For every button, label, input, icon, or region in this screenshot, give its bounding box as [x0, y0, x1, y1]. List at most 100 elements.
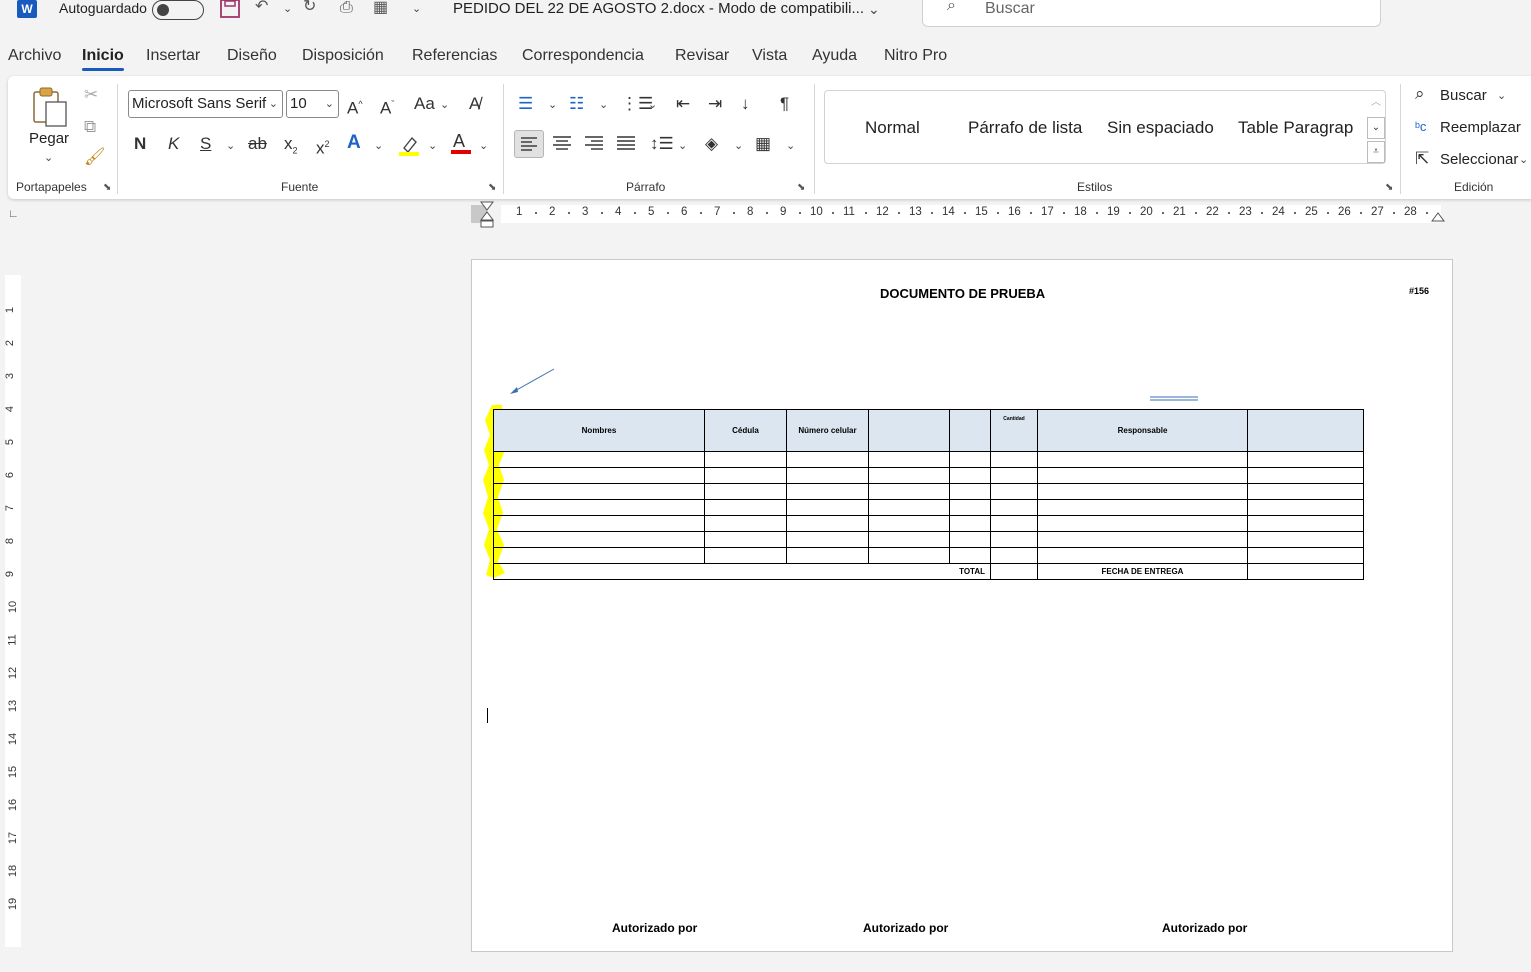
table-cell[interactable] [493, 483, 705, 500]
table-cell[interactable] [868, 467, 950, 484]
style-normal[interactable]: Normal [865, 118, 920, 138]
tab-ayuda[interactable]: Ayuda [812, 47, 857, 65]
indent-marker-icon[interactable] [479, 200, 495, 235]
table-cell[interactable] [704, 531, 787, 548]
strikethrough-button[interactable]: ab [248, 134, 267, 154]
table-cell[interactable] [949, 531, 991, 548]
table-cell[interactable] [949, 547, 991, 564]
table-cell[interactable] [704, 483, 787, 500]
font-size-combo[interactable]: 10 ⌄ [286, 90, 339, 118]
copy-icon[interactable]: ⧉ [84, 117, 96, 137]
table-cell[interactable] [1247, 547, 1364, 564]
table-cell[interactable] [1037, 451, 1248, 468]
shrink-font-icon[interactable]: Aˇ [380, 94, 394, 119]
table-cell[interactable] [990, 467, 1038, 484]
autosave-toggle[interactable] [152, 0, 204, 20]
highlight-color-icon[interactable] [398, 134, 420, 161]
line-spacing-icon[interactable]: ↕☰ [650, 134, 674, 154]
increase-indent-icon[interactable]: ⇥ [708, 94, 722, 114]
table-cell[interactable] [868, 499, 950, 516]
table-header-cell[interactable] [868, 409, 950, 452]
multilevel-dropdown-icon[interactable]: ⌄ [648, 98, 657, 111]
bold-button[interactable]: N [134, 134, 146, 154]
table-cell[interactable] [1247, 451, 1364, 468]
redo-icon[interactable]: ↻ [303, 0, 316, 16]
change-case-button[interactable]: Aa [414, 94, 435, 114]
text-effects-icon[interactable]: A [347, 133, 361, 153]
underline-button[interactable]: S [200, 134, 211, 154]
search-box[interactable]: ⌕ Buscar [922, 0, 1381, 27]
table-cell[interactable] [493, 515, 705, 532]
document-page[interactable] [471, 259, 1453, 952]
find-button[interactable]: Buscar [1440, 87, 1487, 104]
shading-dropdown-icon[interactable]: ⌄ [734, 139, 743, 152]
paste-icon[interactable] [30, 86, 70, 133]
order-table[interactable]: Nombres Cédula Número celular Cantidad Respo… [493, 409, 1364, 580]
table-cell[interactable] [990, 531, 1038, 548]
table-cell[interactable] [704, 547, 787, 564]
tab-inicio[interactable]: Inicio [82, 47, 124, 71]
table-cell[interactable] [949, 483, 991, 500]
align-right-icon[interactable] [583, 133, 605, 160]
paragraph-launcher-icon[interactable]: ⬊ [797, 182, 805, 193]
table-cell[interactable] [868, 531, 950, 548]
table-cell[interactable] [786, 467, 869, 484]
table-cell[interactable] [1037, 483, 1248, 500]
text-effects-dropdown-icon[interactable]: ⌄ [374, 139, 383, 152]
find-dropdown-icon[interactable]: ⌄ [1497, 89, 1506, 102]
bullets-dropdown-icon[interactable]: ⌄ [548, 98, 557, 111]
cut-icon[interactable]: ✂ [84, 85, 98, 105]
table-cell[interactable] [949, 499, 991, 516]
align-left-button[interactable] [514, 130, 544, 158]
table-icon[interactable]: ▦ [373, 0, 388, 17]
table-header-cell[interactable]: Responsable [1037, 409, 1248, 452]
superscript-icon[interactable]: x2 [316, 134, 330, 159]
style-list-paragraph[interactable]: Párrafo de lista [968, 118, 1082, 138]
table-cell[interactable] [1247, 483, 1364, 500]
save-icon[interactable] [220, 0, 240, 23]
font-launcher-icon[interactable]: ⬊ [488, 182, 496, 193]
title-dropdown-icon[interactable]: ⌄ [868, 1, 880, 18]
clipboard-launcher-icon[interactable]: ⬊ [103, 182, 111, 193]
total-label[interactable]: TOTAL [493, 563, 991, 580]
tab-correspondencia[interactable]: Correspondencia [522, 47, 644, 65]
tab-revisar[interactable]: Revisar [675, 47, 729, 65]
grow-font-icon[interactable]: A^ [347, 94, 363, 119]
table-cell[interactable] [990, 547, 1038, 564]
tab-nitro-pro[interactable]: Nitro Pro [884, 47, 947, 65]
numbering-dropdown-icon[interactable]: ⌄ [599, 98, 608, 111]
table-cell[interactable] [786, 531, 869, 548]
customize-toolbar-icon[interactable]: ⌄ [412, 2, 421, 15]
table-cell[interactable] [493, 467, 705, 484]
delivery-date-label[interactable]: FECHA DE ENTREGA [1037, 563, 1248, 580]
table-cell[interactable] [704, 451, 787, 468]
print-preview-icon[interactable]: ⎙ [340, 0, 353, 17]
gallery-down-icon[interactable]: ⌄ [1367, 117, 1385, 139]
font-color-icon[interactable]: A [450, 131, 472, 160]
sort-icon[interactable]: ↓ [741, 94, 750, 114]
align-center-icon[interactable] [551, 133, 573, 160]
borders-icon[interactable]: ▦ [755, 134, 771, 154]
table-cell[interactable] [786, 547, 869, 564]
table-cell[interactable] [868, 547, 950, 564]
table-header-cell[interactable] [949, 409, 991, 452]
table-header-cell[interactable]: Cédula [704, 409, 787, 452]
select-dropdown-icon[interactable]: ⌄ [1519, 153, 1528, 166]
borders-dropdown-icon[interactable]: ⌄ [786, 139, 795, 152]
table-cell[interactable] [990, 515, 1038, 532]
table-cell[interactable] [493, 451, 705, 468]
select-button[interactable]: Seleccionar [1440, 151, 1518, 168]
highlight-dropdown-icon[interactable]: ⌄ [428, 139, 437, 152]
tab-diseno[interactable]: Diseño [227, 47, 277, 65]
table-cell[interactable] [704, 499, 787, 516]
table-cell[interactable] [1037, 515, 1248, 532]
table-cell[interactable] [1247, 499, 1364, 516]
table-cell[interactable] [786, 483, 869, 500]
table-cell[interactable] [1037, 499, 1248, 516]
gallery-up-icon[interactable]: ︿ [1367, 93, 1385, 115]
underline-dropdown-icon[interactable]: ⌄ [226, 139, 235, 152]
shading-icon[interactable]: ◈ [705, 134, 718, 154]
table-cell[interactable] [704, 515, 787, 532]
table-cell[interactable] [949, 451, 991, 468]
table-cell[interactable] [1037, 547, 1248, 564]
